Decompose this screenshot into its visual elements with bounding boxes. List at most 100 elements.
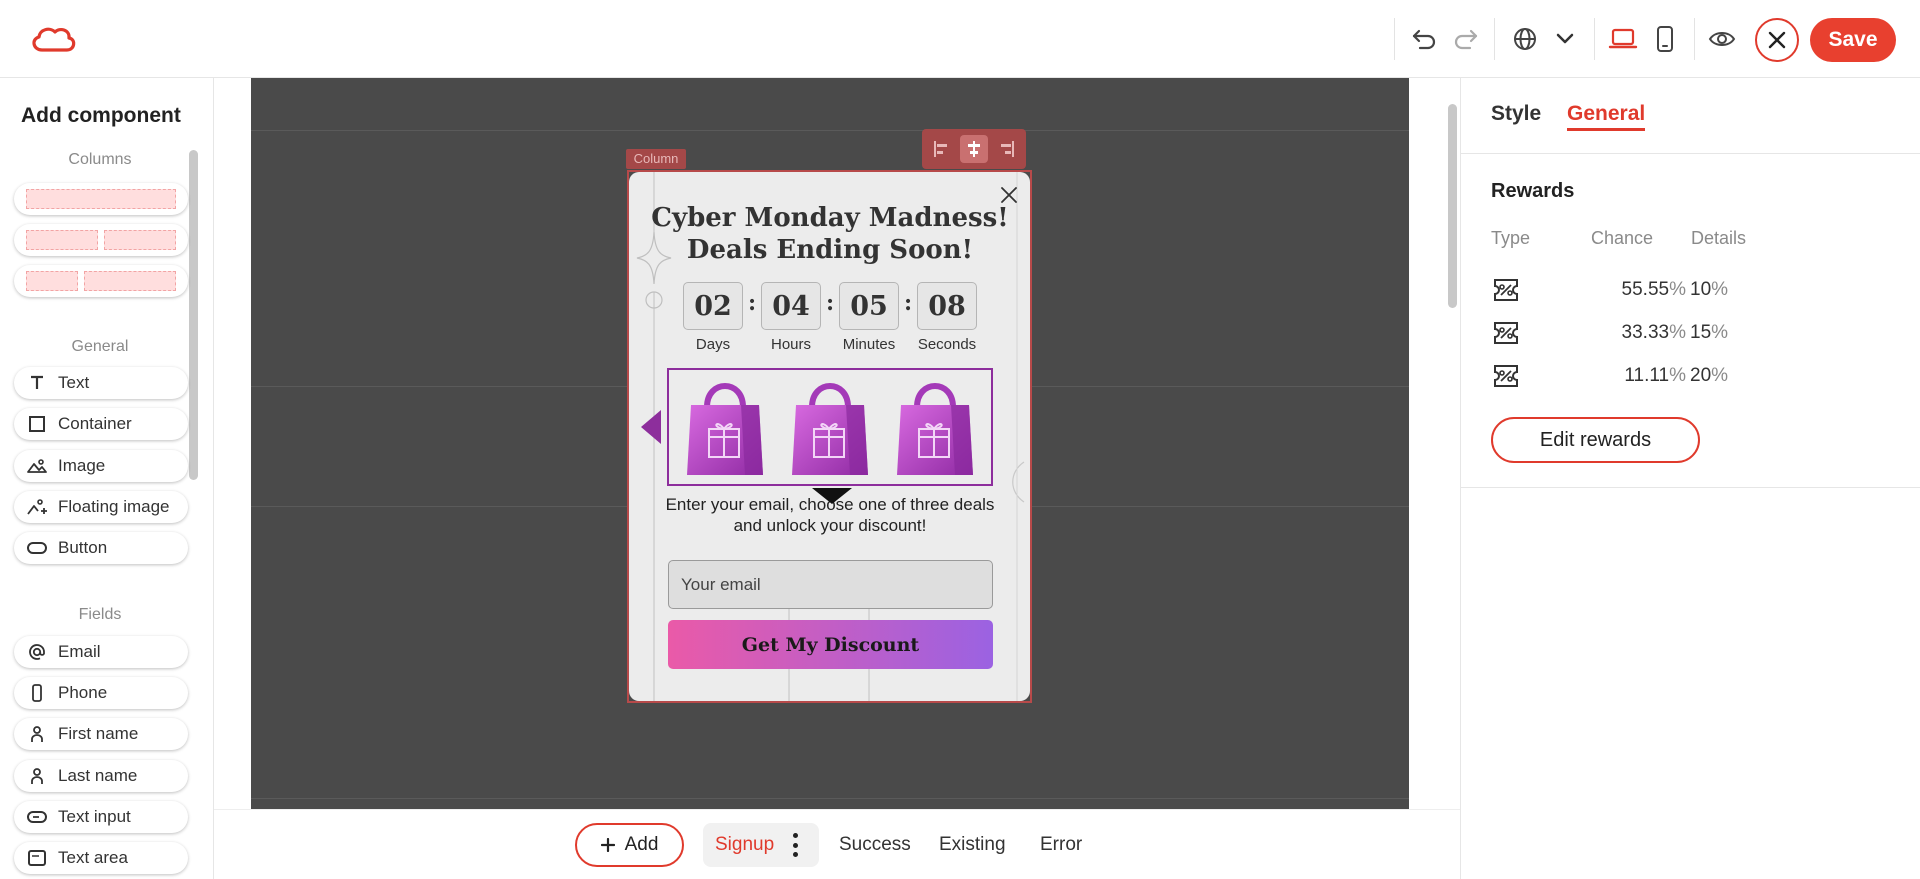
reward-details: 10% <box>1690 279 1728 301</box>
discount-icon <box>1491 276 1521 304</box>
gift-bag-icon <box>791 383 868 475</box>
reward-chance: 11.11% <box>1566 365 1686 387</box>
globe-icon[interactable] <box>1508 22 1542 56</box>
tab-error[interactable]: Error <box>1040 823 1082 867</box>
at-icon <box>26 642 48 662</box>
percent-unit: % <box>1669 365 1686 386</box>
tab-existing[interactable]: Existing <box>939 823 1006 867</box>
popup-title: Cyber Monday Madness! Deals Ending Soon! <box>651 203 1009 265</box>
image-selection-pointer-icon <box>812 488 852 504</box>
page-tabs-bar <box>214 809 1460 879</box>
countdown-label: Hours <box>770 336 811 353</box>
close-icon <box>1768 31 1786 49</box>
logo-icon[interactable] <box>28 22 78 56</box>
canvas-scrollbar[interactable] <box>1448 104 1457 308</box>
text-area-icon <box>26 848 48 868</box>
panel-scrollbar[interactable] <box>189 150 198 480</box>
countdown-separator: : <box>826 290 835 316</box>
column-block <box>26 189 176 209</box>
component-email[interactable]: Email <box>14 636 188 668</box>
panel-divider <box>1461 487 1920 488</box>
gift-bag-icon <box>896 383 973 475</box>
chance-value: 11.11 <box>1624 365 1670 386</box>
component-text-input[interactable]: Text input <box>14 801 188 833</box>
properties-tabs: Style General <box>1461 78 1920 154</box>
countdown-minutes: 05 <box>839 282 899 330</box>
align-left-icon[interactable] <box>928 135 956 163</box>
close-button[interactable] <box>1755 18 1799 62</box>
component-label: Text area <box>58 848 128 867</box>
countdown-hours: 04 <box>761 282 821 330</box>
toolbar-divider <box>1594 18 1595 60</box>
one-third-two-thirds-layout[interactable] <box>14 265 188 297</box>
tab-style[interactable]: Style <box>1491 102 1541 126</box>
tab-success[interactable]: Success <box>839 823 911 867</box>
component-label: Last name <box>58 766 138 785</box>
component-label: First name <box>58 724 139 743</box>
component-button[interactable]: Button <box>14 532 188 564</box>
countdown-days: 02 <box>683 282 743 330</box>
add-page-button[interactable]: Add <box>575 823 684 867</box>
component-container[interactable]: Container <box>14 408 188 440</box>
percent-unit: % <box>1669 322 1686 343</box>
top-toolbar: Save <box>0 0 1920 78</box>
section-columns: Columns <box>68 151 132 168</box>
align-right-icon[interactable] <box>992 135 1020 163</box>
person-icon <box>26 724 48 744</box>
component-text-area[interactable]: Text area <box>14 842 188 874</box>
gift-bag-icon <box>687 383 764 475</box>
eye-icon[interactable] <box>1705 22 1739 56</box>
redo-icon[interactable] <box>1449 22 1483 56</box>
component-label: Image <box>58 456 106 475</box>
discount-icon <box>1491 319 1521 347</box>
reward-details: 15% <box>1690 322 1728 344</box>
countdown-label: Minutes <box>842 336 896 353</box>
column-header-chance: Chance <box>1591 228 1654 248</box>
details-value: 20 <box>1690 365 1712 386</box>
column-header-type: Type <box>1491 228 1531 248</box>
square-icon <box>26 414 48 434</box>
toolbar-divider <box>1394 18 1395 60</box>
tab-signup[interactable]: Signup <box>703 823 819 867</box>
column-block <box>83 271 176 291</box>
more-options-icon[interactable] <box>791 833 799 857</box>
column-label: Column <box>626 149 686 169</box>
align-center-icon[interactable] <box>960 135 988 163</box>
properties-panel: Style General Rewards Type Chance Detail… <box>1460 78 1920 879</box>
plus-icon <box>600 838 615 852</box>
image-icon <box>26 456 48 476</box>
mobile-icon[interactable] <box>1648 22 1682 56</box>
tab-general[interactable]: General <box>1567 102 1646 131</box>
component-image[interactable]: Image <box>14 450 188 482</box>
component-label: Text input <box>58 807 131 826</box>
component-phone[interactable]: Phone <box>14 677 188 709</box>
discount-icon <box>1491 362 1521 390</box>
component-label: Phone <box>58 683 108 702</box>
desktop-icon[interactable] <box>1606 22 1640 56</box>
chevron-down-icon[interactable] <box>1548 22 1582 56</box>
reward-chance: 55.55% <box>1566 279 1686 301</box>
selected-image-component[interactable] <box>667 368 993 486</box>
one-column-layout[interactable] <box>14 183 188 215</box>
component-label: Text <box>58 373 90 392</box>
component-first-name[interactable]: First name <box>14 718 188 750</box>
person-icon <box>26 766 48 786</box>
countdown-separator: : <box>904 290 913 316</box>
two-column-layout[interactable] <box>14 224 188 256</box>
component-floating-image[interactable]: Floating image <box>14 491 188 523</box>
phone-icon <box>26 683 48 703</box>
countdown-separator: : <box>748 290 757 316</box>
popup-email-input[interactable] <box>668 560 993 609</box>
button-icon <box>26 538 48 558</box>
reward-details: 20% <box>1690 365 1728 387</box>
tab-label: Signup <box>715 834 775 855</box>
details-value: 10 <box>1690 279 1712 300</box>
edit-rewards-button[interactable]: Edit rewards <box>1491 417 1700 463</box>
component-last-name[interactable]: Last name <box>14 760 188 792</box>
undo-icon[interactable] <box>1407 22 1441 56</box>
get-discount-button[interactable]: Get My Discount <box>668 620 993 669</box>
save-button[interactable]: Save <box>1810 18 1896 62</box>
section-general: General <box>71 338 129 355</box>
previous-arrow-icon[interactable] <box>641 410 661 444</box>
component-text[interactable]: Text <box>14 367 188 399</box>
